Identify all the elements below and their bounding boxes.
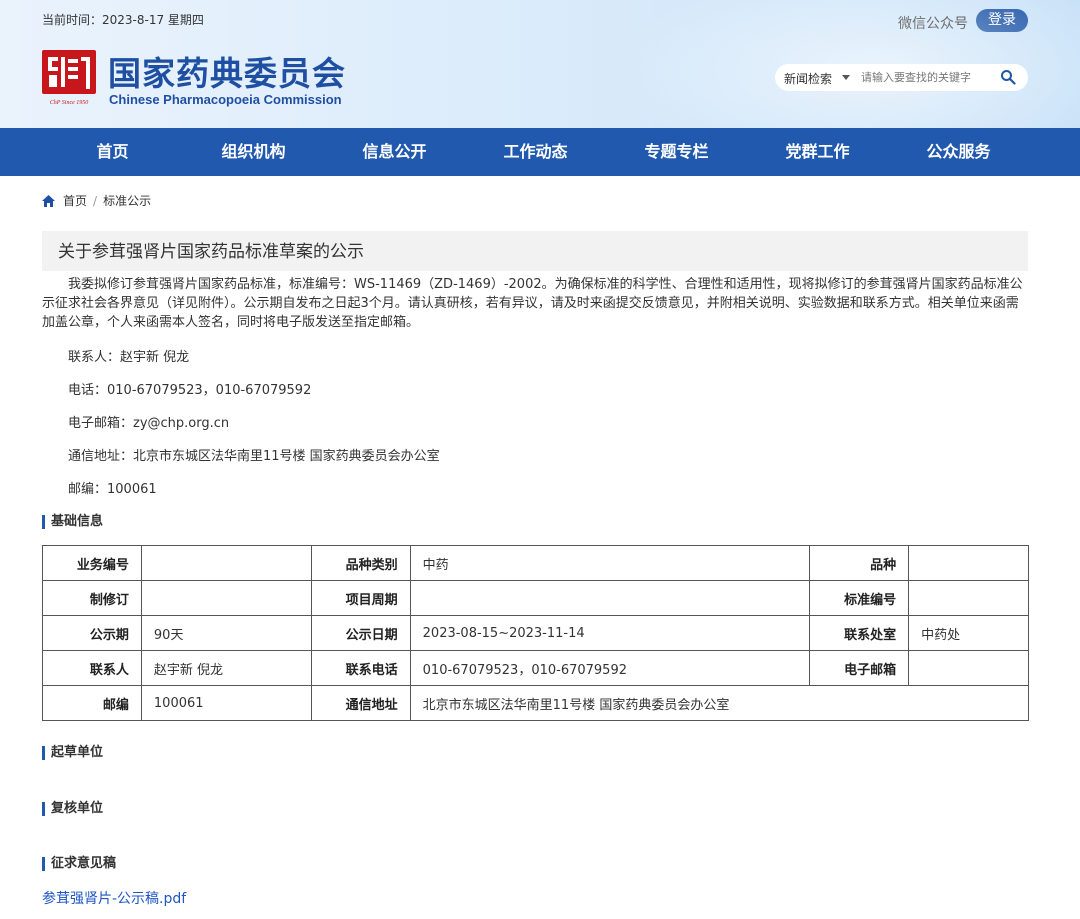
- svg-text:ChP Since 1950: ChP Since 1950: [50, 100, 89, 106]
- table-value: [908, 580, 1029, 616]
- table-row: 联系人 赵宇新 倪龙 联系电话 010-67079523，010-6707959…: [42, 650, 1029, 686]
- table-value: [140, 545, 312, 581]
- contact-address: 通信地址：北京市东城区法华南里11号楼 国家药典委员会办公室: [68, 449, 440, 464]
- table-label: 通信地址: [310, 685, 411, 721]
- info-table: 业务编号 品种类别 中药 品种 制修订 项目周期 标准编号 公示期 90天 公示…: [42, 545, 1030, 721]
- logo-subtitle: Chinese Pharmacopoeia Commission: [109, 92, 342, 107]
- table-label: 电子邮箱: [809, 650, 910, 686]
- nav-home[interactable]: 首页: [42, 128, 183, 176]
- current-time: 当前时间：2023-8-17 星期四: [42, 13, 204, 27]
- table-label: 制修订: [42, 580, 142, 616]
- search-box: 新闻检索: [775, 64, 1028, 91]
- section-basic-info: 基础信息: [42, 515, 103, 529]
- nav-info-disclosure[interactable]: 信息公开: [324, 128, 465, 176]
- table-row: 业务编号 品种类别 中药 品种: [42, 545, 1029, 581]
- home-icon[interactable]: [42, 194, 55, 207]
- table-label: 邮编: [42, 685, 142, 721]
- breadcrumb: 首页 / 标准公示: [42, 192, 151, 209]
- nav-party-work[interactable]: 党群工作: [747, 128, 888, 176]
- table-label: 品种: [809, 545, 910, 581]
- chevron-down-icon[interactable]: [842, 75, 850, 80]
- table-value: 100061: [140, 685, 312, 721]
- table-label: 品种类别: [310, 545, 411, 581]
- search-input[interactable]: [861, 68, 991, 87]
- seal-logo-icon: ChP Since 1950: [42, 50, 96, 106]
- section-draft-doc: 征求意见稿: [42, 857, 116, 871]
- table-value: 赵宇新 倪龙: [140, 650, 312, 686]
- intro-paragraph: 我委拟修订参茸强肾片国家药品标准，标准编号：WS-11469（ZD-1469）-…: [42, 277, 1023, 330]
- contact-person: 联系人：赵宇新 倪龙: [68, 350, 190, 365]
- nav-work-news[interactable]: 工作动态: [465, 128, 606, 176]
- page-title: 关于参茸强肾片国家药品标准草案的公示: [42, 231, 1028, 271]
- table-value: [409, 580, 811, 616]
- table-label: 联系电话: [310, 650, 411, 686]
- breadcrumb-home[interactable]: 首页: [63, 192, 87, 209]
- site-header: 当前时间：2023-8-17 星期四 微信公众号 登录 ChP Since 19…: [0, 0, 1080, 128]
- nav-public-service[interactable]: 公众服务: [888, 128, 1029, 176]
- nav-organization[interactable]: 组织机构: [183, 128, 324, 176]
- attachment-pdf-link[interactable]: 参茸强肾片-公示稿.pdf: [42, 888, 186, 908]
- section-review-unit: 复核单位: [42, 802, 103, 816]
- table-value: 中药处: [908, 615, 1029, 651]
- search-category-select[interactable]: 新闻检索: [784, 70, 832, 87]
- table-row: 邮编 100061 通信地址 北京市东城区法华南里11号楼 国家药典委员会办公室: [42, 685, 1030, 721]
- section-drafting-unit: 起草单位: [42, 746, 103, 760]
- table-label: 联系人: [42, 650, 142, 686]
- nav-special-topics[interactable]: 专题专栏: [606, 128, 747, 176]
- contact-email: 电子邮箱：zy@chp.org.cn: [68, 416, 230, 431]
- table-label: 公示日期: [310, 615, 411, 651]
- table-label: 标准编号: [809, 580, 910, 616]
- table-value: [908, 650, 1029, 686]
- search-icon[interactable]: [1000, 69, 1016, 85]
- table-label: 公示期: [42, 615, 142, 651]
- table-value: [908, 545, 1029, 581]
- contact-phone: 电话：010-67079523，010-67079592: [68, 383, 312, 398]
- breadcrumb-current[interactable]: 标准公示: [103, 192, 151, 209]
- main-nav: 首页 组织机构 信息公开 工作动态 专题专栏 党群工作 公众服务: [0, 128, 1080, 176]
- contact-postcode: 邮编：100061: [68, 482, 157, 497]
- login-button[interactable]: 登录: [976, 9, 1028, 32]
- table-value: 90天: [140, 615, 312, 651]
- table-row: 公示期 90天 公示日期 2023-08-15~2023-11-14 联系处室 …: [42, 615, 1029, 651]
- table-value: 2023-08-15~2023-11-14: [409, 615, 811, 651]
- table-label: 业务编号: [42, 545, 142, 581]
- wechat-link[interactable]: 微信公众号: [898, 13, 968, 33]
- logo-title[interactable]: 国家药典委员会: [108, 47, 346, 95]
- table-label: 联系处室: [809, 615, 910, 651]
- table-value: 北京市东城区法华南里11号楼 国家药典委员会办公室: [409, 685, 1030, 721]
- table-label: 项目周期: [310, 580, 411, 616]
- table-value: 中药: [409, 545, 811, 581]
- table-value: [140, 580, 312, 616]
- table-value: 010-67079523，010-67079592: [409, 650, 811, 686]
- table-row: 制修订 项目周期 标准编号: [42, 580, 1029, 616]
- breadcrumb-separator: /: [93, 193, 98, 208]
